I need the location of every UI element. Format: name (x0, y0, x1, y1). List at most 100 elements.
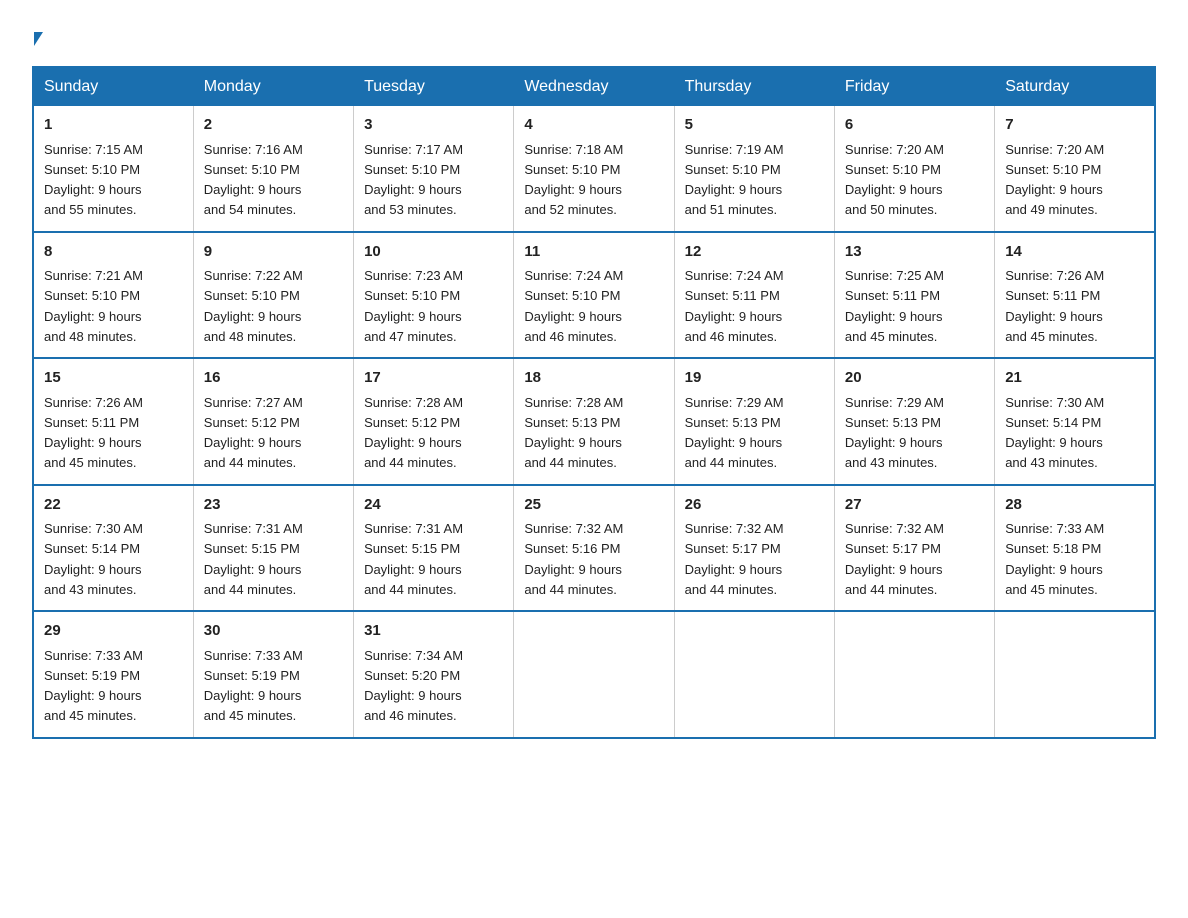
calendar-day-cell: 1 Sunrise: 7:15 AMSunset: 5:10 PMDayligh… (33, 106, 193, 232)
logo-triangle-icon (34, 32, 43, 46)
day-info: Sunrise: 7:22 AMSunset: 5:10 PMDaylight:… (204, 268, 303, 344)
logo (32, 32, 43, 46)
day-number: 24 (364, 494, 503, 517)
day-number: 14 (1005, 241, 1144, 264)
day-info: Sunrise: 7:34 AMSunset: 5:20 PMDaylight:… (364, 648, 463, 724)
day-info: Sunrise: 7:27 AMSunset: 5:12 PMDaylight:… (204, 395, 303, 471)
calendar-week-row: 8 Sunrise: 7:21 AMSunset: 5:10 PMDayligh… (33, 232, 1155, 359)
day-info: Sunrise: 7:19 AMSunset: 5:10 PMDaylight:… (685, 142, 784, 218)
calendar-day-cell: 12 Sunrise: 7:24 AMSunset: 5:11 PMDaylig… (674, 232, 834, 359)
calendar-day-cell: 30 Sunrise: 7:33 AMSunset: 5:19 PMDaylig… (193, 611, 353, 738)
day-info: Sunrise: 7:18 AMSunset: 5:10 PMDaylight:… (524, 142, 623, 218)
calendar-day-cell: 24 Sunrise: 7:31 AMSunset: 5:15 PMDaylig… (354, 485, 514, 612)
calendar-day-cell: 27 Sunrise: 7:32 AMSunset: 5:17 PMDaylig… (834, 485, 994, 612)
day-number: 3 (364, 114, 503, 137)
day-info: Sunrise: 7:25 AMSunset: 5:11 PMDaylight:… (845, 268, 944, 344)
day-info: Sunrise: 7:31 AMSunset: 5:15 PMDaylight:… (364, 521, 463, 597)
page-header (32, 24, 1156, 46)
day-number: 31 (364, 620, 503, 643)
day-number: 5 (685, 114, 824, 137)
calendar-day-cell: 7 Sunrise: 7:20 AMSunset: 5:10 PMDayligh… (995, 106, 1155, 232)
day-number: 9 (204, 241, 343, 264)
day-info: Sunrise: 7:28 AMSunset: 5:12 PMDaylight:… (364, 395, 463, 471)
day-info: Sunrise: 7:30 AMSunset: 5:14 PMDaylight:… (44, 521, 143, 597)
day-info: Sunrise: 7:15 AMSunset: 5:10 PMDaylight:… (44, 142, 143, 218)
day-number: 27 (845, 494, 984, 517)
calendar-day-cell: 4 Sunrise: 7:18 AMSunset: 5:10 PMDayligh… (514, 106, 674, 232)
day-info: Sunrise: 7:29 AMSunset: 5:13 PMDaylight:… (845, 395, 944, 471)
calendar-table: SundayMondayTuesdayWednesdayThursdayFrid… (32, 66, 1156, 739)
day-info: Sunrise: 7:24 AMSunset: 5:11 PMDaylight:… (685, 268, 784, 344)
calendar-day-cell: 28 Sunrise: 7:33 AMSunset: 5:18 PMDaylig… (995, 485, 1155, 612)
calendar-week-row: 29 Sunrise: 7:33 AMSunset: 5:19 PMDaylig… (33, 611, 1155, 738)
day-info: Sunrise: 7:17 AMSunset: 5:10 PMDaylight:… (364, 142, 463, 218)
day-info: Sunrise: 7:33 AMSunset: 5:19 PMDaylight:… (44, 648, 143, 724)
day-info: Sunrise: 7:21 AMSunset: 5:10 PMDaylight:… (44, 268, 143, 344)
calendar-week-row: 15 Sunrise: 7:26 AMSunset: 5:11 PMDaylig… (33, 358, 1155, 485)
day-number: 28 (1005, 494, 1144, 517)
weekday-header: Wednesday (514, 67, 674, 106)
calendar-day-cell: 3 Sunrise: 7:17 AMSunset: 5:10 PMDayligh… (354, 106, 514, 232)
day-info: Sunrise: 7:24 AMSunset: 5:10 PMDaylight:… (524, 268, 623, 344)
day-number: 26 (685, 494, 824, 517)
calendar-day-cell: 14 Sunrise: 7:26 AMSunset: 5:11 PMDaylig… (995, 232, 1155, 359)
day-info: Sunrise: 7:20 AMSunset: 5:10 PMDaylight:… (1005, 142, 1104, 218)
calendar-day-cell: 13 Sunrise: 7:25 AMSunset: 5:11 PMDaylig… (834, 232, 994, 359)
day-number: 29 (44, 620, 183, 643)
calendar-day-cell: 17 Sunrise: 7:28 AMSunset: 5:12 PMDaylig… (354, 358, 514, 485)
calendar-day-cell: 26 Sunrise: 7:32 AMSunset: 5:17 PMDaylig… (674, 485, 834, 612)
day-info: Sunrise: 7:32 AMSunset: 5:17 PMDaylight:… (685, 521, 784, 597)
day-number: 30 (204, 620, 343, 643)
day-number: 19 (685, 367, 824, 390)
weekday-header: Sunday (33, 67, 193, 106)
day-number: 2 (204, 114, 343, 137)
calendar-week-row: 1 Sunrise: 7:15 AMSunset: 5:10 PMDayligh… (33, 106, 1155, 232)
day-info: Sunrise: 7:20 AMSunset: 5:10 PMDaylight:… (845, 142, 944, 218)
day-number: 12 (685, 241, 824, 264)
day-number: 17 (364, 367, 503, 390)
day-number: 21 (1005, 367, 1144, 390)
day-number: 15 (44, 367, 183, 390)
calendar-day-cell: 10 Sunrise: 7:23 AMSunset: 5:10 PMDaylig… (354, 232, 514, 359)
day-info: Sunrise: 7:23 AMSunset: 5:10 PMDaylight:… (364, 268, 463, 344)
calendar-day-cell: 8 Sunrise: 7:21 AMSunset: 5:10 PMDayligh… (33, 232, 193, 359)
day-info: Sunrise: 7:33 AMSunset: 5:19 PMDaylight:… (204, 648, 303, 724)
calendar-day-cell: 22 Sunrise: 7:30 AMSunset: 5:14 PMDaylig… (33, 485, 193, 612)
day-info: Sunrise: 7:26 AMSunset: 5:11 PMDaylight:… (44, 395, 143, 471)
day-number: 11 (524, 241, 663, 264)
day-number: 6 (845, 114, 984, 137)
day-number: 20 (845, 367, 984, 390)
day-number: 16 (204, 367, 343, 390)
day-number: 23 (204, 494, 343, 517)
day-number: 4 (524, 114, 663, 137)
weekday-header: Tuesday (354, 67, 514, 106)
day-number: 18 (524, 367, 663, 390)
weekday-header: Thursday (674, 67, 834, 106)
calendar-day-cell: 25 Sunrise: 7:32 AMSunset: 5:16 PMDaylig… (514, 485, 674, 612)
day-info: Sunrise: 7:26 AMSunset: 5:11 PMDaylight:… (1005, 268, 1104, 344)
day-number: 25 (524, 494, 663, 517)
weekday-header: Saturday (995, 67, 1155, 106)
day-info: Sunrise: 7:32 AMSunset: 5:17 PMDaylight:… (845, 521, 944, 597)
calendar-day-cell: 15 Sunrise: 7:26 AMSunset: 5:11 PMDaylig… (33, 358, 193, 485)
day-number: 8 (44, 241, 183, 264)
day-info: Sunrise: 7:28 AMSunset: 5:13 PMDaylight:… (524, 395, 623, 471)
calendar-day-cell: 31 Sunrise: 7:34 AMSunset: 5:20 PMDaylig… (354, 611, 514, 738)
day-number: 22 (44, 494, 183, 517)
calendar-day-cell: 2 Sunrise: 7:16 AMSunset: 5:10 PMDayligh… (193, 106, 353, 232)
day-number: 1 (44, 114, 183, 137)
calendar-day-cell: 23 Sunrise: 7:31 AMSunset: 5:15 PMDaylig… (193, 485, 353, 612)
calendar-day-cell: 6 Sunrise: 7:20 AMSunset: 5:10 PMDayligh… (834, 106, 994, 232)
weekday-header: Friday (834, 67, 994, 106)
day-number: 7 (1005, 114, 1144, 137)
calendar-week-row: 22 Sunrise: 7:30 AMSunset: 5:14 PMDaylig… (33, 485, 1155, 612)
calendar-day-cell: 16 Sunrise: 7:27 AMSunset: 5:12 PMDaylig… (193, 358, 353, 485)
day-info: Sunrise: 7:29 AMSunset: 5:13 PMDaylight:… (685, 395, 784, 471)
calendar-day-cell: 20 Sunrise: 7:29 AMSunset: 5:13 PMDaylig… (834, 358, 994, 485)
day-info: Sunrise: 7:32 AMSunset: 5:16 PMDaylight:… (524, 521, 623, 597)
day-number: 13 (845, 241, 984, 264)
calendar-day-cell: 29 Sunrise: 7:33 AMSunset: 5:19 PMDaylig… (33, 611, 193, 738)
calendar-header-row: SundayMondayTuesdayWednesdayThursdayFrid… (33, 67, 1155, 106)
calendar-day-cell (674, 611, 834, 738)
day-info: Sunrise: 7:33 AMSunset: 5:18 PMDaylight:… (1005, 521, 1104, 597)
